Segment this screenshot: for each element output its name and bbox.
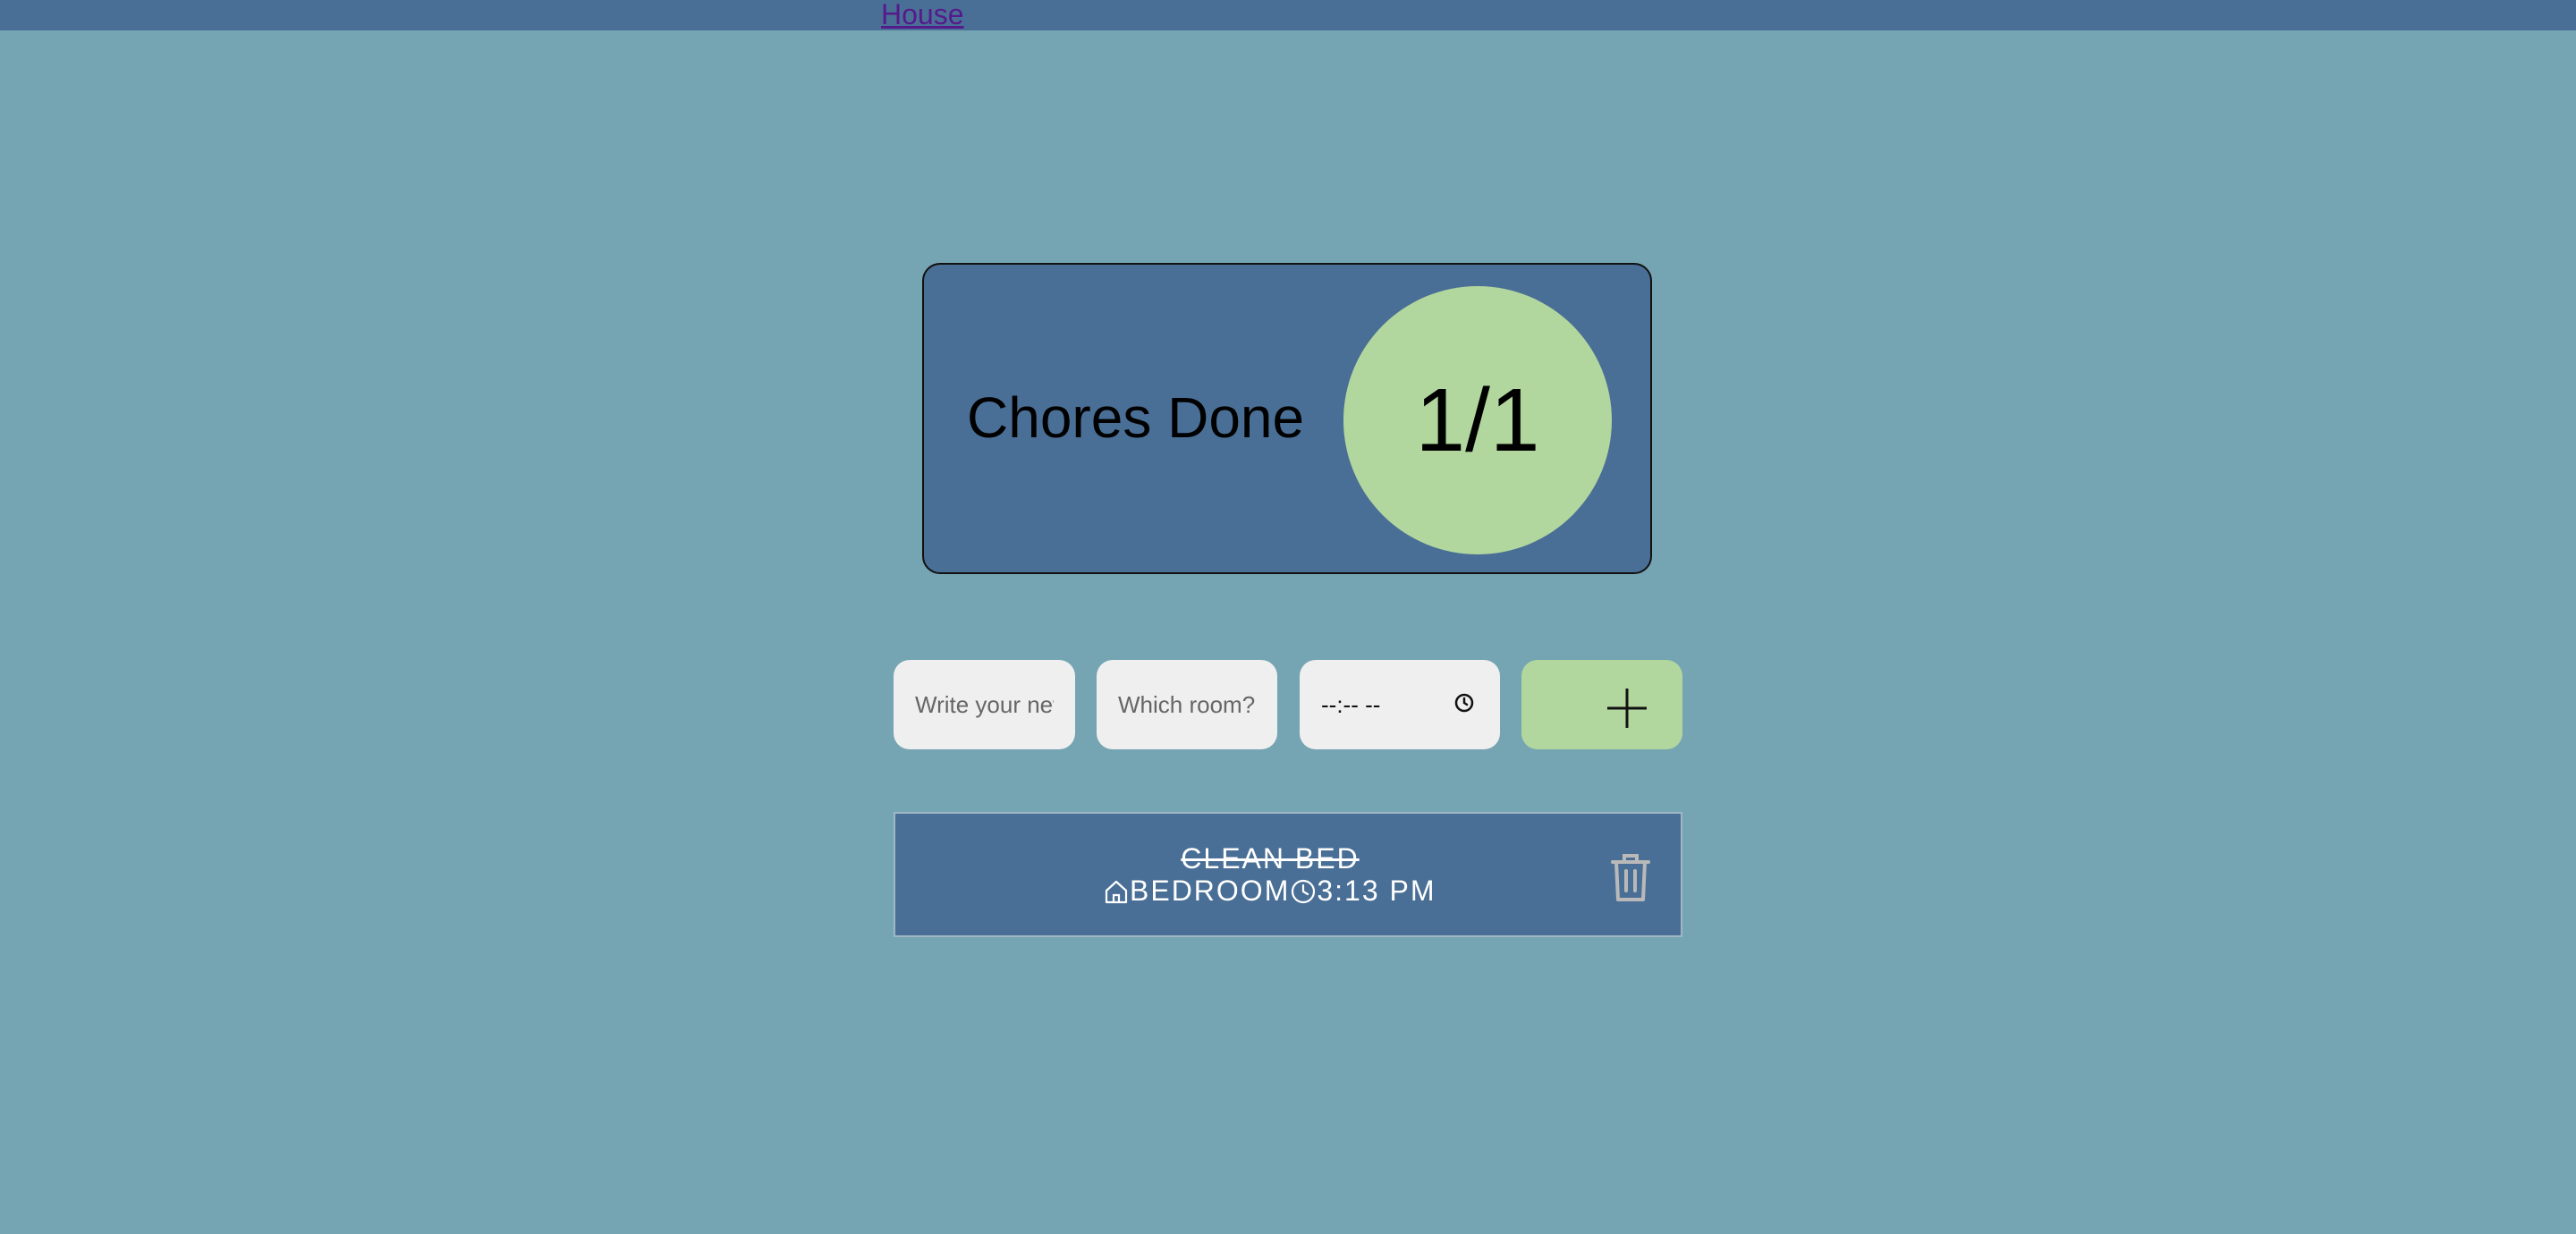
clock-icon[interactable] (1453, 692, 1475, 718)
time-input-value: --:-- -- (1321, 690, 1381, 718)
chore-item: CLEAN BED BEDROOM 3:13 PM (894, 812, 1682, 937)
chore-time: 3:13 PM (1317, 875, 1436, 907)
summary-title: Chores Done (967, 385, 1305, 450)
progress-count: 1/1 (1415, 369, 1540, 470)
room-input[interactable] (1097, 660, 1277, 749)
chore-name-input[interactable] (894, 660, 1075, 749)
progress-circle: 1/1 (1343, 286, 1612, 554)
home-icon (1105, 880, 1128, 903)
time-input[interactable]: --:-- -- (1300, 660, 1500, 749)
house-link[interactable]: House (881, 0, 964, 31)
clock-icon (1292, 879, 1316, 903)
add-chore-button[interactable] (1521, 660, 1682, 749)
top-nav-bar: House (0, 0, 2576, 30)
trash-icon (1611, 854, 1650, 901)
chore-title[interactable]: CLEAN BED (860, 842, 1681, 875)
chore-meta: BEDROOM 3:13 PM (1103, 875, 1436, 908)
chore-room: BEDROOM (1130, 875, 1291, 907)
delete-chore-button[interactable] (1607, 849, 1654, 908)
plus-icon (1607, 689, 1647, 728)
chores-summary-card: Chores Done 1/1 (922, 263, 1652, 574)
